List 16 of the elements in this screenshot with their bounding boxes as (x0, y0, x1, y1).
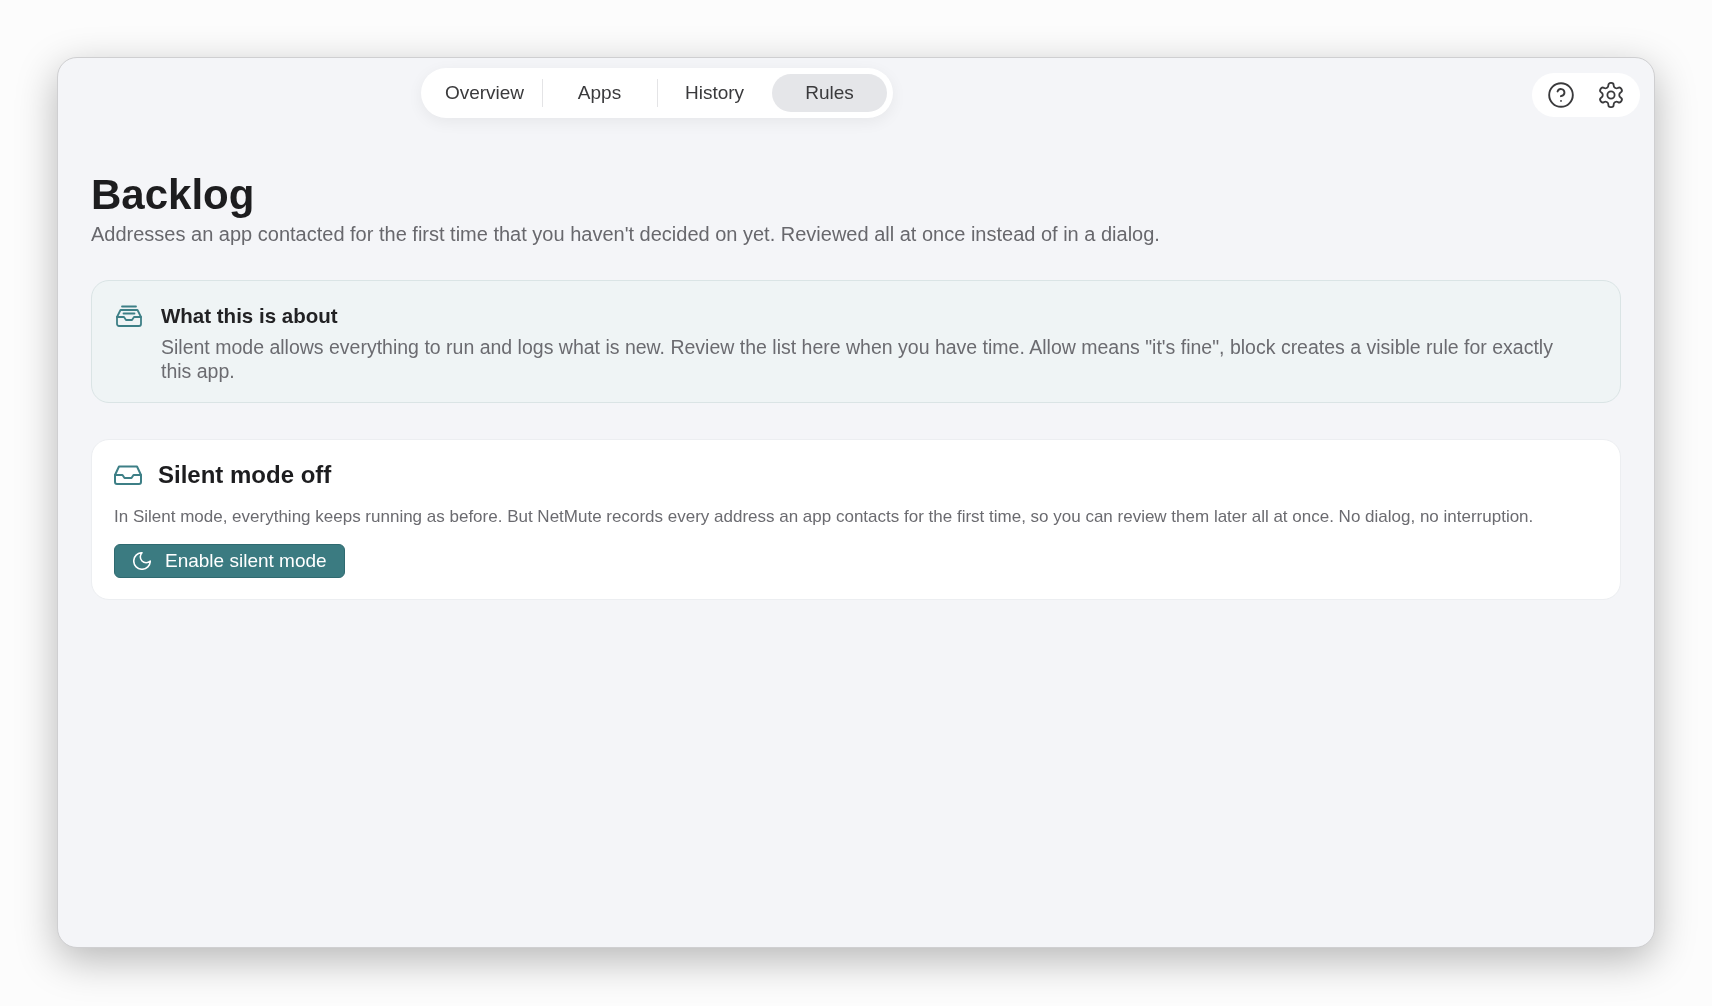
settings-icon (1598, 82, 1624, 108)
tab[interactable]: History (657, 74, 772, 112)
tab[interactable]: Apps (542, 74, 657, 112)
silent-mode-text: In Silent mode, everything keeps running as before. But NetMute records every address an app contacts for the first time, so you can review them later all at once. No dialog, no interruption. (114, 506, 1535, 528)
help-icon (1548, 82, 1574, 108)
info-text: Silent mode allows everything to run and logs what is new. Review the list here when you have time. Allow means "it's fine", block creates a visible rule for exactly this app. (161, 335, 1554, 383)
page-subtitle: Addresses an app contacted for the first time that you haven't decided on yet. Reviewed all at once instead of in a dialog. (91, 222, 1161, 247)
inbox-icon (114, 465, 142, 485)
page-title: Backlog (91, 171, 256, 219)
tray-icon (116, 305, 142, 327)
tab[interactable]: Rules (772, 74, 887, 112)
silent-mode-title: Silent mode off (158, 460, 332, 490)
tab[interactable]: Overview (427, 74, 542, 112)
info-title: What this is about (161, 303, 339, 329)
moon-icon (133, 552, 151, 570)
enable-silent-mode-button[interactable]: Enable silent mode (114, 544, 345, 578)
